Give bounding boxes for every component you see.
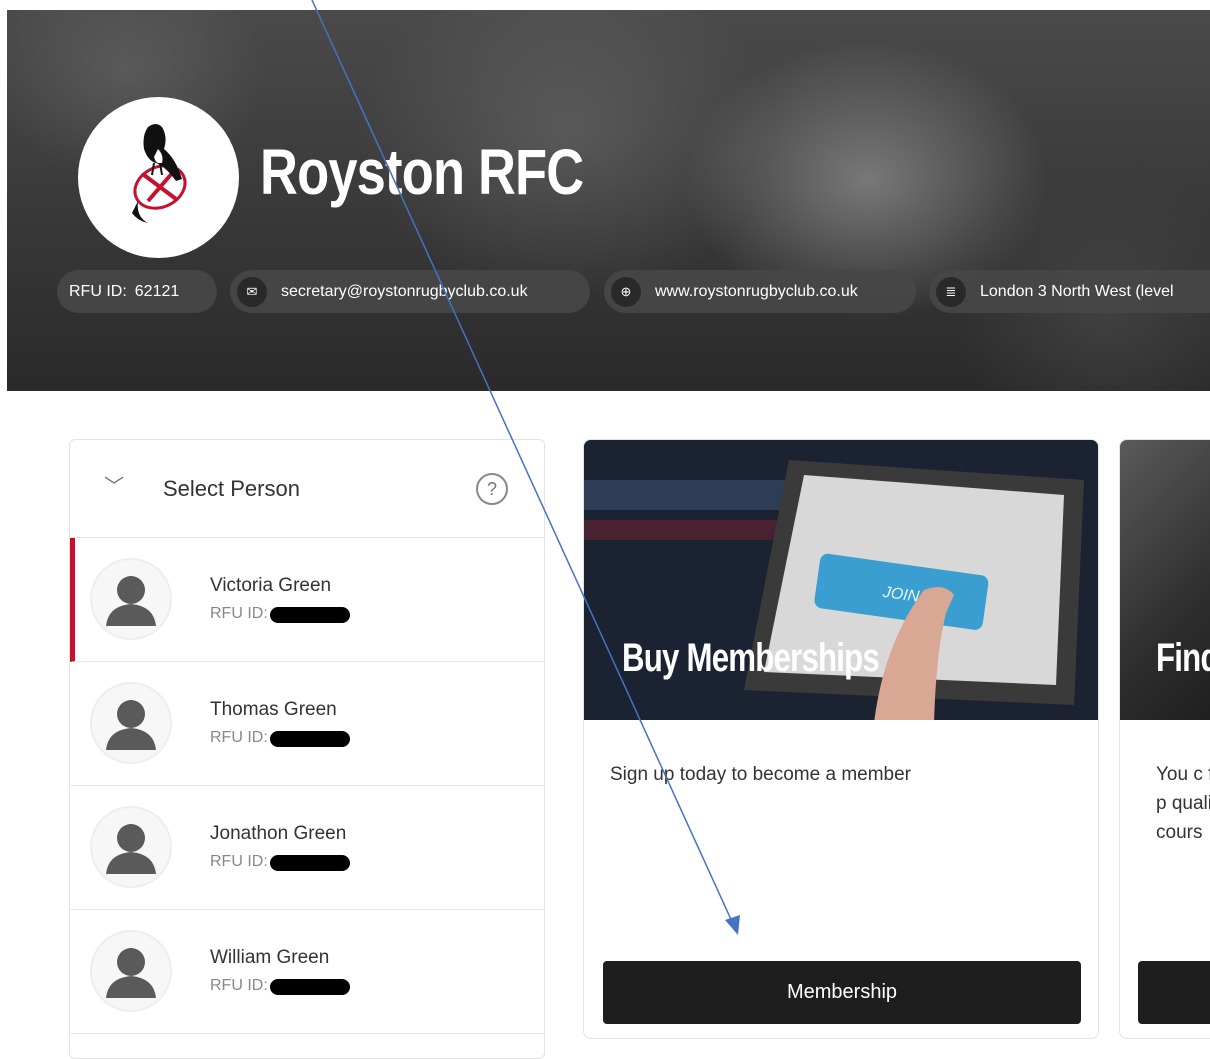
select-person-panel: ﹀ Select Person ? Victoria Green RFU ID:…	[69, 439, 545, 1059]
card-description: Sign up today to become a member	[610, 764, 912, 785]
redacted-rfu-id	[270, 607, 350, 623]
buy-memberships-card: JOIN Buy Memberships Sign up today to be…	[583, 439, 1099, 1039]
list-icon: ≣	[936, 276, 966, 307]
person-rfu-label: RFU ID:	[210, 729, 268, 746]
website-link[interactable]: ⊕ www.roystonrugbyclub.co.uk	[604, 270, 916, 313]
avatar-placeholder-icon	[90, 558, 172, 640]
magpie-rugby-ball-logo	[132, 124, 187, 223]
person-item-victoria-green[interactable]: Victoria Green RFU ID:	[70, 538, 544, 662]
avatar-placeholder-icon	[90, 930, 172, 1012]
person-name: Jonathon Green	[210, 823, 347, 844]
person-item-jonathon-green[interactable]: Jonathon Green RFU ID:	[70, 786, 544, 910]
avatar-placeholder-icon	[90, 682, 172, 764]
email-link[interactable]: ✉ secretary@roystonrugbyclub.co.uk	[230, 270, 590, 313]
redacted-rfu-id	[270, 731, 350, 747]
club-header-banner: Royston RFC RFU ID: 62121 ✉ secretary@ro…	[7, 10, 1210, 391]
league-text: London 3 North West (level	[980, 282, 1174, 300]
person-rfu-label: RFU ID:	[210, 605, 268, 622]
card-title: Find	[1156, 636, 1210, 680]
select-person-header[interactable]: ﹀ Select Person ?	[70, 440, 544, 538]
card-title: Buy Memberships	[622, 636, 880, 680]
club-name: Royston RFC	[260, 136, 584, 208]
avatar-placeholder-icon	[90, 806, 172, 888]
league-pill: ≣ London 3 North West (level	[929, 270, 1210, 313]
rfu-id-value: 62121	[134, 282, 180, 300]
rfu-id-label: RFU ID:	[69, 282, 127, 300]
person-name: Thomas Green	[210, 699, 337, 720]
person-rfu-label: RFU ID:	[210, 977, 268, 994]
envelope-icon: ✉	[237, 276, 267, 307]
redacted-rfu-id	[270, 855, 350, 871]
find-card: Find You c from p qualif cours	[1119, 439, 1210, 1039]
website-text: www.roystonrugbyclub.co.uk	[655, 282, 858, 300]
select-person-title: Select Person	[163, 476, 300, 501]
card-description: You c from p qualif cours	[1156, 764, 1210, 843]
chevron-down-icon[interactable]: ﹀	[104, 470, 124, 499]
person-rfu-label: RFU ID:	[210, 853, 268, 870]
redacted-rfu-id	[270, 979, 350, 995]
membership-button[interactable]: Membership	[603, 961, 1081, 1024]
globe-icon: ⊕	[611, 276, 641, 307]
find-card-button[interactable]	[1138, 961, 1210, 1024]
email-text: secretary@roystonrugbyclub.co.uk	[281, 282, 528, 300]
person-name: Victoria Green	[210, 575, 332, 596]
rfu-id-pill: RFU ID: 62121	[57, 270, 217, 313]
person-item-thomas-green[interactable]: Thomas Green RFU ID:	[70, 662, 544, 786]
club-logo	[78, 97, 239, 258]
help-icon[interactable]: ?	[476, 473, 508, 505]
person-name: William Green	[210, 947, 330, 968]
person-item-william-green[interactable]: William Green RFU ID:	[70, 910, 544, 1034]
